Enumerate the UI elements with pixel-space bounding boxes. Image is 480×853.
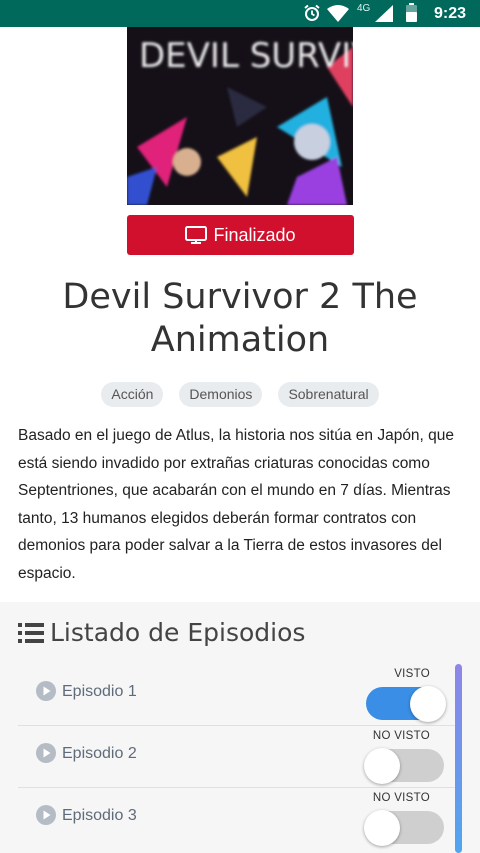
- seen-toggle[interactable]: [364, 748, 444, 784]
- genre-tag[interactable]: Acción: [101, 382, 164, 407]
- episode-name[interactable]: Episodio 3: [62, 807, 137, 825]
- episode-row[interactable]: Episodio 2 NO VISTO: [18, 726, 460, 788]
- tv-icon: [185, 226, 208, 244]
- episode-list-title: Listado de Episodios: [50, 618, 306, 647]
- play-circle-icon[interactable]: [36, 681, 56, 706]
- anime-poster: DEVIL SURVIVOR: [127, 27, 353, 205]
- seen-label: NO VISTO: [372, 730, 430, 742]
- status-button[interactable]: Finalizado: [127, 215, 354, 255]
- play-circle-icon[interactable]: [36, 805, 56, 830]
- seen-toggle[interactable]: [366, 686, 446, 722]
- battery-icon: [406, 3, 417, 27]
- play-circle-icon[interactable]: [36, 743, 56, 768]
- network-type-label: 4G: [357, 3, 371, 14]
- alarm-icon: [303, 4, 321, 27]
- poster-title-text: DEVIL SURVIVOR: [139, 36, 353, 76]
- seen-label: NO VISTO: [372, 792, 430, 804]
- seen-label: VISTO: [394, 668, 430, 680]
- toggle-knob: [364, 810, 400, 846]
- anime-title: Devil Survivor 2 The Animation: [62, 277, 418, 360]
- episode-name[interactable]: Episodio 2: [62, 745, 137, 763]
- status-bar: 4G 9:23: [0, 0, 480, 27]
- episode-list-section: Listado de Episodios Episodio 1 VISTO Ep…: [0, 602, 480, 853]
- genre-list: Acción Demonios Sobrenatural: [0, 382, 480, 407]
- signal-icon: [375, 5, 393, 27]
- genre-tag[interactable]: Demonios: [179, 382, 263, 407]
- genre-tag[interactable]: Sobrenatural: [278, 382, 379, 407]
- episode-row[interactable]: Episodio 3 NO VISTO: [18, 788, 460, 850]
- episode-list-header: Listado de Episodios: [18, 618, 305, 647]
- synopsis: Basado en el juego de Atlus, la historia…: [18, 427, 455, 582]
- wifi-icon: [327, 5, 349, 27]
- scrollbar[interactable]: [455, 664, 462, 853]
- episode-row[interactable]: Episodio 1 VISTO: [18, 664, 460, 726]
- toggle-knob: [410, 686, 446, 722]
- episode-name[interactable]: Episodio 1: [62, 683, 137, 701]
- status-label: Finalizado: [213, 224, 296, 245]
- list-icon: [18, 622, 44, 644]
- toggle-knob: [364, 748, 400, 784]
- seen-toggle[interactable]: [364, 810, 444, 846]
- clock: 9:23: [433, 5, 466, 22]
